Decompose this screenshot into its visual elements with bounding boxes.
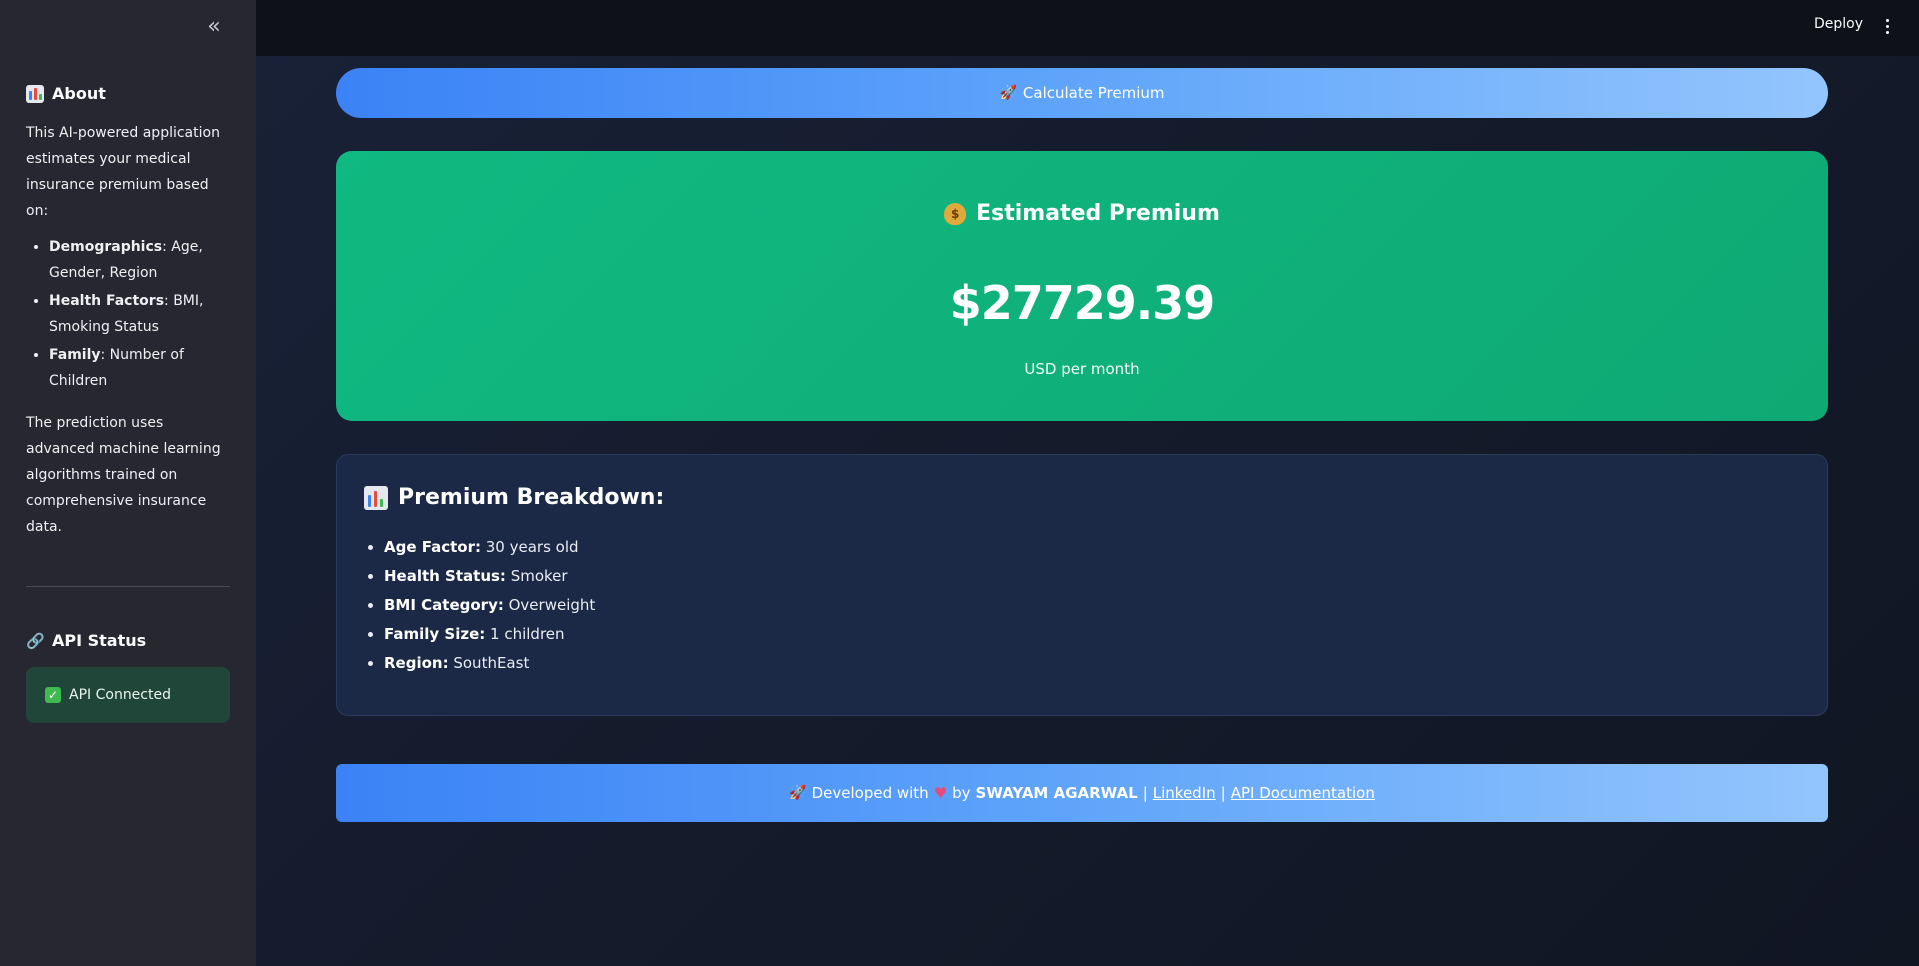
about-intro: This AI-powered application estimates yo… <box>26 125 220 219</box>
api-status-heading: 🔗 API Status <box>26 629 230 653</box>
deploy-button[interactable]: Deploy <box>1814 16 1863 32</box>
bar-chart-icon <box>364 485 388 510</box>
author-name: SWAYAM AGARWAL <box>975 784 1138 802</box>
calculate-premium-button[interactable]: 🚀 Calculate Premium <box>336 68 1828 118</box>
footer: 🚀 Developed with ♥ by SWAYAM AGARWAL | L… <box>336 764 1828 822</box>
api-status-badge: ✓ API Connected <box>26 667 230 723</box>
about-outro: The prediction uses advanced machine lea… <box>26 415 221 535</box>
about-heading: About <box>26 82 230 106</box>
factors-list: Demographics: Age, Gender, Region Health… <box>26 234 230 394</box>
double-chevron-left-icon: « <box>207 13 221 39</box>
premium-title: $ Estimated Premium <box>336 201 1828 226</box>
breakdown-list: Age Factor: 30 years old Health Status: … <box>364 533 595 678</box>
more-options-icon[interactable] <box>1881 14 1893 38</box>
list-item: Region: SouthEast <box>384 649 595 678</box>
breakdown-title: Premium Breakdown: <box>364 485 664 510</box>
premium-result-card: $ Estimated Premium $27729.39 USD per mo… <box>336 151 1828 421</box>
collapse-sidebar-button[interactable]: « <box>200 12 228 40</box>
rocket-icon: 🚀 <box>789 785 807 801</box>
list-item: Demographics: Age, Gender, Region <box>49 234 230 286</box>
premium-amount: $27729.39 <box>949 276 1216 330</box>
linkedin-link[interactable]: LinkedIn <box>1153 784 1216 802</box>
heart-icon: ♥ <box>933 784 948 802</box>
premium-unit: USD per month <box>1024 360 1140 378</box>
list-item: Health Status: Smoker <box>384 562 595 591</box>
list-item: Health Factors: BMI, Smoking Status <box>49 288 230 340</box>
money-bag-icon: $ <box>944 202 967 225</box>
check-icon: ✓ <box>45 687 61 703</box>
list-item: Family: Number of Children <box>49 342 230 394</box>
list-item: Age Factor: 30 years old <box>384 533 595 562</box>
api-documentation-link[interactable]: API Documentation <box>1231 784 1375 802</box>
list-item: Family Size: 1 children <box>384 620 595 649</box>
list-item: BMI Category: Overweight <box>384 591 595 620</box>
sidebar: « About This AI-powered application esti… <box>0 0 256 966</box>
header: Deploy <box>256 0 1919 56</box>
premium-breakdown-card: Premium Breakdown: Age Factor: 30 years … <box>336 454 1828 716</box>
rocket-icon: 🚀 <box>999 85 1017 101</box>
sidebar-content: About This AI-powered application estima… <box>26 82 230 723</box>
main-content: 🚀 Calculate Premium $ Estimated Premium … <box>256 56 1919 966</box>
link-icon: 🔗 <box>26 632 45 650</box>
divider <box>26 586 230 587</box>
bar-chart-icon <box>26 85 44 103</box>
